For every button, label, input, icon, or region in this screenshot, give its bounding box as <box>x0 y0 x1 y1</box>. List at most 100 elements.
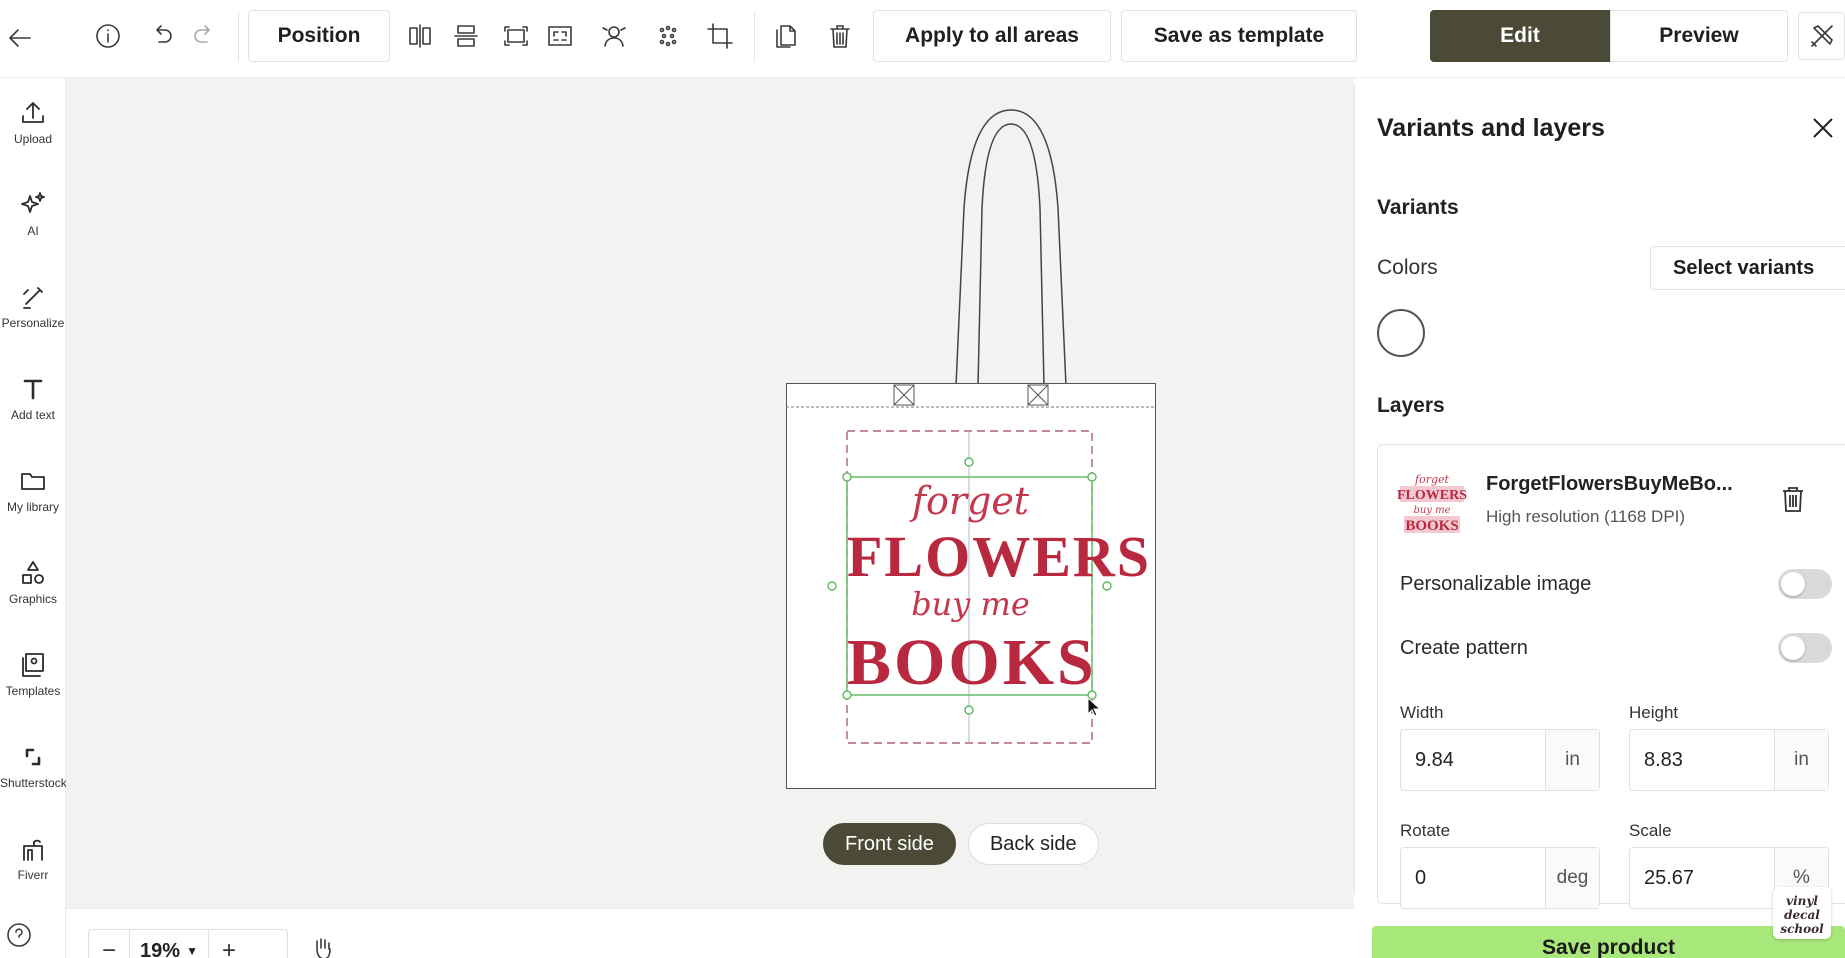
crop-icon[interactable] <box>700 16 740 56</box>
rotate-field[interactable]: 0 deg <box>1400 847 1600 909</box>
tote-bag-body: forget FLOWERS buy me BOOKS <box>785 383 1156 789</box>
layer-resolution: High resolution (1168 DPI) <box>1486 507 1686 526</box>
color-swatch-white[interactable] <box>1377 309 1425 357</box>
divider <box>238 12 239 62</box>
sidebar-item-fiverr[interactable]: Fiverr <box>0 834 66 906</box>
svg-text:forget: forget <box>1414 473 1450 486</box>
height-label: Height <box>1629 703 1679 722</box>
upload-icon <box>22 102 44 123</box>
info-icon[interactable] <box>88 16 128 56</box>
select-variants-button[interactable]: Select variants <box>1650 246 1845 290</box>
fill-area-icon[interactable] <box>540 16 580 56</box>
rotate-label: Rotate <box>1400 821 1451 840</box>
layers-heading: Layers <box>1377 394 1445 417</box>
help-icon[interactable] <box>4 920 34 950</box>
design-line-books: BOOKS <box>847 626 1097 699</box>
svg-text:school: school <box>1780 922 1824 936</box>
width-label: Width <box>1400 703 1444 722</box>
variants-layers-panel: Variants and layers Variants Colors Sele… <box>1354 84 1845 909</box>
folder-icon <box>21 473 45 490</box>
bottom-bar: − 19% ▼ + <box>66 908 1354 958</box>
undo-icon[interactable] <box>142 16 182 56</box>
shutterstock-icon <box>25 748 41 766</box>
width-unit: in <box>1545 730 1599 790</box>
layer-card[interactable]: forget FLOWERS buy me BOOKS ForgetFlower… <box>1377 444 1845 909</box>
zoom-control: − 19% ▼ + <box>88 929 288 958</box>
sidebar-item-library[interactable]: My library <box>0 466 66 538</box>
rotate-value[interactable]: 0 <box>1401 848 1545 908</box>
width-value[interactable]: 9.84 <box>1401 730 1545 790</box>
sidebar-item-templates[interactable]: Templates <box>0 650 66 722</box>
layer-name: ForgetFlowersBuyMeBo... <box>1486 473 1733 495</box>
svg-text:buy me: buy me <box>1413 505 1450 516</box>
front-side-tab[interactable]: Front side <box>823 823 956 865</box>
create-pattern-toggle[interactable] <box>1778 633 1832 663</box>
save-as-template-button[interactable]: Save as template <box>1121 10 1357 62</box>
divider <box>754 12 755 62</box>
back-arrow-icon[interactable] <box>0 18 40 58</box>
design-canvas[interactable]: forget FLOWERS buy me BOOKS <box>66 78 1354 908</box>
create-pattern-label: Create pattern <box>1400 637 1528 659</box>
duplicate-icon[interactable] <box>766 16 806 56</box>
redo-icon[interactable] <box>184 16 224 56</box>
personalize-icon <box>23 287 43 309</box>
scale-label: Scale <box>1629 821 1672 840</box>
design-line-flowers: FLOWERS <box>847 524 1152 589</box>
colors-label: Colors <box>1377 256 1438 279</box>
design-line-forget: forget <box>911 479 1030 523</box>
templates-icon <box>22 653 44 677</box>
sidebar-item-upload[interactable]: Upload <box>0 98 66 170</box>
svg-text:FLOWERS: FLOWERS <box>1397 488 1467 503</box>
personalizable-image-toggle[interactable] <box>1778 569 1832 599</box>
remove-background-icon[interactable] <box>594 16 634 56</box>
trash-icon[interactable] <box>820 16 860 56</box>
fit-area-icon[interactable] <box>496 16 536 56</box>
height-field[interactable]: 8.83 in <box>1629 729 1829 791</box>
side-tabs: Front side Back side <box>823 823 1099 865</box>
delete-layer-icon[interactable] <box>1780 485 1808 517</box>
zoom-value[interactable]: 19% ▼ <box>129 929 209 958</box>
hand-pan-icon[interactable] <box>302 929 342 958</box>
sidebar-item-personalize[interactable]: Personalize <box>0 282 66 354</box>
zoom-out-button[interactable]: − <box>89 929 129 958</box>
sidebar-item-shutterstock[interactable]: Shutterstock <box>0 742 66 814</box>
sidebar-item-graphics[interactable]: Graphics <box>0 558 66 630</box>
apply-to-all-areas-button[interactable]: Apply to all areas <box>873 10 1111 62</box>
personalizable-image-label: Personalizable image <box>1400 573 1592 595</box>
position-button[interactable]: Position <box>248 10 390 62</box>
left-sidebar: Upload AI Personalize Add text My librar… <box>0 78 66 958</box>
variants-heading: Variants <box>1377 196 1459 219</box>
scale-value[interactable]: 25.67 <box>1630 848 1774 908</box>
effects-icon[interactable] <box>648 16 688 56</box>
sidebar-item-add-text[interactable]: Add text <box>0 374 66 446</box>
zoom-in-button[interactable]: + <box>209 929 249 958</box>
vinyl-decal-school-logo: vinyl decal school <box>1773 887 1831 939</box>
design-artwork[interactable]: forget FLOWERS buy me BOOKS <box>847 477 1152 699</box>
panel-title: Variants and layers <box>1377 114 1605 142</box>
layer-thumbnail: forget FLOWERS buy me BOOKS <box>1396 469 1468 535</box>
rotate-unit: deg <box>1545 848 1599 908</box>
fiverr-icon <box>23 839 43 861</box>
mouse-cursor-icon <box>1087 696 1102 717</box>
flip-vertical-icon[interactable] <box>446 16 486 56</box>
design-line-buy-me: buy me <box>911 585 1030 623</box>
close-icon[interactable] <box>1809 114 1839 144</box>
height-value[interactable]: 8.83 <box>1630 730 1774 790</box>
svg-text:vinyl: vinyl <box>1786 894 1818 908</box>
svg-text:BOOKS: BOOKS <box>1405 518 1458 534</box>
sparkle-icon <box>21 192 45 213</box>
top-toolbar: Position Apply to all areas Save as temp… <box>0 0 1845 78</box>
flip-horizontal-icon[interactable] <box>400 16 440 56</box>
shapes-icon <box>22 561 44 584</box>
edit-tab[interactable]: Edit <box>1430 10 1610 62</box>
design-tools-icon[interactable] <box>1798 12 1845 60</box>
sidebar-item-ai[interactable]: AI <box>0 190 66 262</box>
svg-text:decal: decal <box>1784 908 1820 922</box>
tote-bag-handle <box>955 109 1067 387</box>
preview-tab[interactable]: Preview <box>1610 10 1788 62</box>
width-field[interactable]: 9.84 in <box>1400 729 1600 791</box>
back-side-tab[interactable]: Back side <box>967 823 1099 865</box>
text-icon <box>23 379 43 400</box>
height-unit: in <box>1774 730 1828 790</box>
chevron-down-icon: ▼ <box>186 944 198 958</box>
